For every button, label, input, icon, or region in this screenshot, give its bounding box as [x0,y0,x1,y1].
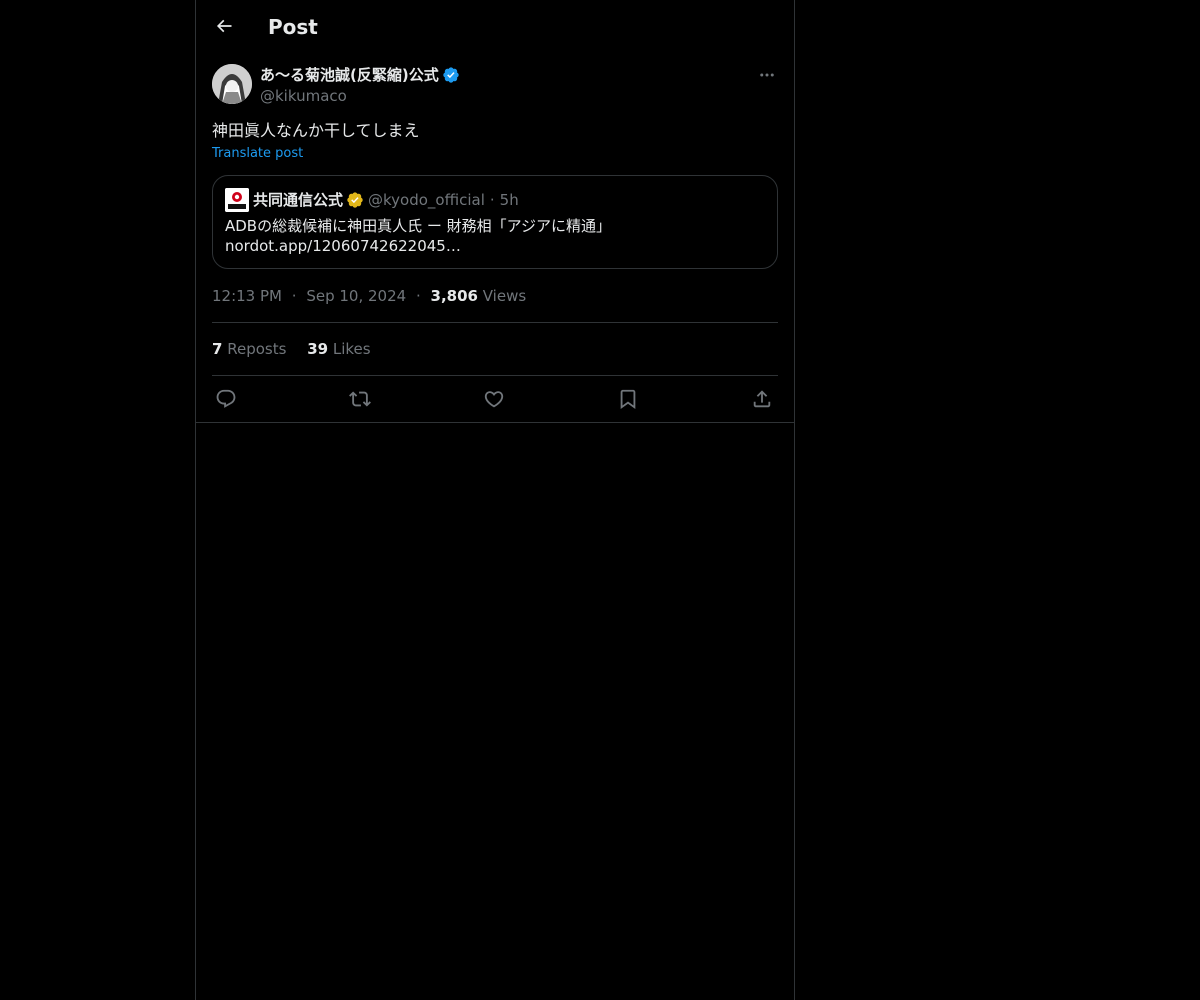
more-dots-icon [760,73,774,77]
author-names: あ〜る菊池誠(反緊縮)公式 @kikumaco [260,64,460,106]
post-bottom-border [196,422,794,423]
divider-top [212,322,778,323]
like-button[interactable] [480,385,508,413]
bookmark-icon [620,389,636,410]
like-icon [484,391,504,408]
more-options-button[interactable] [756,64,778,86]
kyodo-logo-icon [225,188,249,212]
post-date[interactable]: Sep 10, 2024 [306,287,406,305]
likes-count: 39 [307,340,329,358]
verified-gold-badge-icon [347,192,363,208]
arrow-left-icon [216,19,232,33]
post-text: 神田眞人なんか干してしまえ [212,121,420,140]
repost-button[interactable] [346,385,374,413]
post-meta: 12:13 PM · Sep 10, 2024 · 3,806 Views [212,286,526,306]
post-stats: 7 Reposts 39 Likes [212,339,387,359]
reposts-stat[interactable]: 7 Reposts [212,340,291,358]
author-name-text: あ〜る菊池誠(反緊縮)公式 [260,66,439,84]
translate-post-link[interactable]: Translate post [212,145,303,163]
views-label: Views [482,287,527,305]
quote-separator: · [489,191,495,209]
avatar[interactable] [212,64,252,104]
quote-display-name: 共同通信公式 [253,191,344,209]
verified-badge-icon [443,67,459,83]
reply-button[interactable] [212,385,240,413]
reposts-label: Reposts [227,340,287,358]
quote-header: 共同通信公式 @kyodo_official · 5h [225,188,519,212]
bookmark-button[interactable] [614,385,642,413]
quoted-post[interactable]: 共同通信公式 @kyodo_official · 5h ADBの総裁候補に神田真… [212,175,778,269]
post-actions [212,385,778,413]
reposts-count: 7 [212,340,223,358]
page-title: Post [268,15,318,39]
repost-icon [349,391,371,407]
share-icon [753,390,771,408]
likes-stat[interactable]: 39 Likes [307,340,370,358]
meta-separator-1: · [291,287,297,305]
back-button[interactable] [207,9,241,43]
quote-handle: @kyodo_official [368,191,485,209]
author-handle[interactable]: @kikumaco [260,86,460,106]
likes-label: Likes [332,340,371,358]
quote-time: 5h [499,191,519,209]
share-button[interactable] [748,385,776,413]
avatar-image [212,64,252,104]
divider-bottom [212,375,778,376]
kyodo-logo-avatar [225,188,249,212]
reply-icon [216,389,236,408]
meta-separator-2: · [415,287,421,305]
page-header: Post [196,0,794,53]
primary-column: Post あ〜る菊池誠(反緊縮)公式 @kikumaco 神田眞人なんか干してし… [195,0,795,1000]
author-display-name[interactable]: あ〜る菊池誠(反緊縮)公式 [260,64,460,86]
post-time[interactable]: 12:13 PM [212,287,282,305]
quote-link[interactable]: nordot.app/12060742622045… [225,236,765,256]
post-author: あ〜る菊池誠(反緊縮)公式 @kikumaco [212,64,778,108]
quote-text-line-1: ADBの総裁候補に神田真人氏 ー 財務相「アジアに精通」 [225,217,612,235]
quote-text: ADBの総裁候補に神田真人氏 ー 財務相「アジアに精通」 nordot.app/… [225,216,765,256]
views-count: 3,806 [430,287,478,305]
